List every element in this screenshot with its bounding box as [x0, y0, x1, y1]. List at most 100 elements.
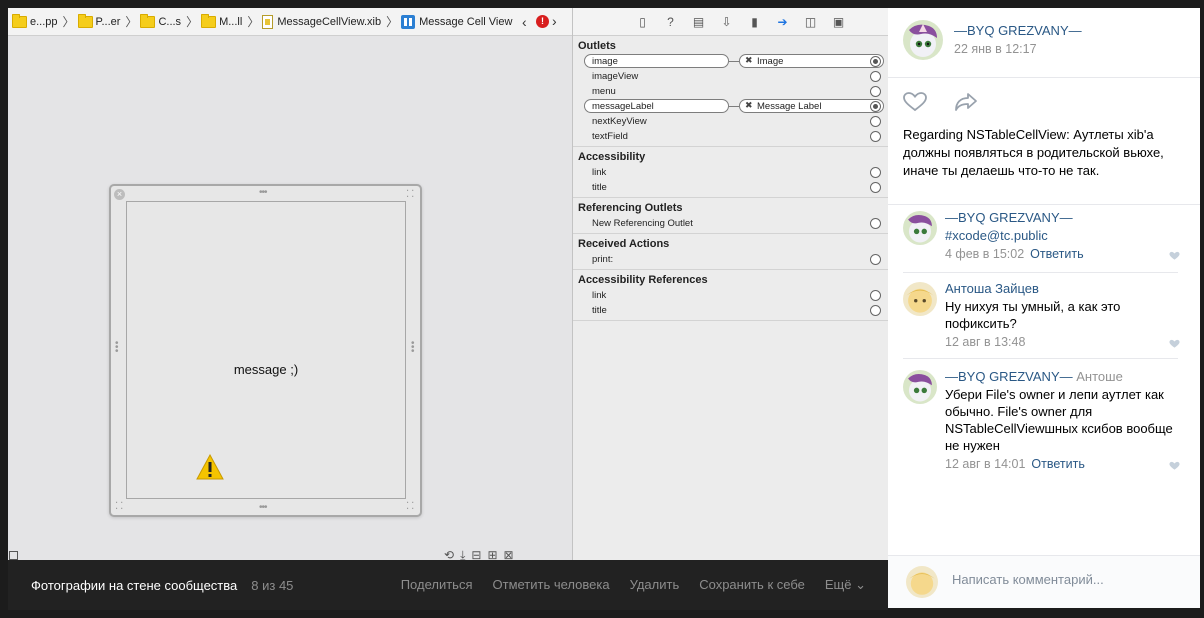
view-effects-inspector-icon[interactable]: ▣	[831, 14, 847, 30]
connection-row[interactable]: title	[573, 180, 888, 195]
comment-date[interactable]: 12 авг в 14:01	[945, 457, 1025, 471]
comment-author[interactable]: —BYQ GREZVANY—	[945, 210, 1073, 225]
share-icon[interactable]	[954, 92, 978, 112]
avatar[interactable]	[903, 282, 937, 316]
comment-date[interactable]: 4 фев в 15:02	[945, 247, 1024, 261]
identity-inspector-icon[interactable]: ▤	[691, 14, 707, 30]
breadcrumb-item[interactable]: P...er	[77, 13, 120, 28]
connection-name: link	[592, 167, 607, 178]
outlet-row[interactable]: textField	[573, 129, 888, 144]
outlet-target-pill[interactable]: ✖ Image	[739, 54, 884, 68]
comment-date[interactable]: 12 авг в 13:48	[945, 335, 1025, 349]
outlet-name-pill[interactable]: image	[584, 54, 729, 68]
connection-circle[interactable]	[870, 56, 881, 67]
connection-circle[interactable]	[870, 167, 881, 178]
comment-author[interactable]: Антоша Зайцев	[945, 281, 1039, 296]
connection-row[interactable]: title	[573, 303, 888, 318]
error-badge[interactable]: !	[536, 15, 549, 28]
resize-handle-icon[interactable]: •••	[259, 188, 267, 198]
canvas-control[interactable]	[9, 551, 18, 560]
heart-icon[interactable]	[1169, 251, 1180, 261]
cell-content-area[interactable]: message ;)	[126, 201, 406, 499]
save-to-self-button[interactable]: Сохранить к себе	[699, 577, 805, 593]
breadcrumb-item[interactable]: e...pp	[12, 13, 58, 28]
forward-icon[interactable]: ›	[552, 13, 557, 29]
heart-icon[interactable]	[903, 92, 927, 112]
outlet-row[interactable]: menu	[573, 84, 888, 99]
resize-handle-icon[interactable]: •••	[411, 339, 417, 357]
comment-text[interactable]: #xcode@tc.public	[945, 227, 1185, 244]
outlet-row[interactable]: imageView	[573, 69, 888, 84]
close-icon[interactable]: ×	[114, 189, 125, 200]
comment-author-name: Антоша Зайцев	[945, 281, 1039, 296]
heart-icon[interactable]	[1169, 339, 1180, 349]
connection-row[interactable]: link	[573, 288, 888, 303]
chevron-right-icon: 〉	[125, 15, 138, 29]
back-icon[interactable]: ‹	[522, 14, 531, 30]
reply-button[interactable]: Ответить	[1031, 457, 1084, 471]
attributes-inspector-icon[interactable]: ⇩	[719, 14, 735, 30]
help-inspector-icon[interactable]: ?	[663, 14, 679, 30]
tag-person-button[interactable]: Отметить человека	[493, 577, 610, 593]
disconnect-icon[interactable]: ✖	[745, 55, 753, 66]
resize-handle-icon[interactable]: •••	[115, 339, 121, 357]
breadcrumb-item[interactable]: MessageCellView.xib	[262, 14, 381, 29]
message-label[interactable]: message ;)	[127, 362, 405, 377]
avatar[interactable]	[903, 370, 937, 404]
resize-handle-icon[interactable]: •••	[259, 503, 267, 513]
connection-circle[interactable]	[870, 290, 881, 301]
resolve-issues-icon[interactable]: ⊠	[504, 548, 520, 560]
more-button[interactable]: Ещё ⌄	[825, 577, 866, 593]
resize-handle-icon[interactable]: ⁚⁚	[406, 190, 416, 200]
connection-circle[interactable]	[870, 305, 881, 316]
comment-input[interactable]	[952, 572, 1182, 587]
outlet-target-pill[interactable]: ✖ Message Label	[739, 99, 884, 113]
file-inspector-icon[interactable]: ▯	[635, 14, 651, 30]
outlet-row[interactable]: nextKeyView	[573, 114, 888, 129]
connection-circle[interactable]	[870, 182, 881, 193]
reply-button[interactable]: Ответить	[1030, 247, 1083, 261]
avatar[interactable]	[903, 20, 943, 60]
share-button[interactable]: Поделиться	[401, 577, 473, 593]
delete-button[interactable]: Удалить	[630, 577, 680, 593]
avatar[interactable]	[903, 211, 937, 245]
align-icon[interactable]: ⊟	[471, 548, 487, 560]
post-author[interactable]: —BYQ GREZVANY—	[954, 23, 1082, 38]
stack-icon[interactable]: ⤓	[460, 548, 471, 560]
warning-icon[interactable]	[196, 454, 224, 480]
resize-handle-icon[interactable]: ⁚⁚	[406, 502, 416, 512]
connection-circle[interactable]	[870, 218, 881, 229]
connection-circle[interactable]	[870, 254, 881, 265]
update-frames-icon[interactable]: ⟲	[444, 548, 460, 560]
outlet-name-pill[interactable]: messageLabel	[584, 99, 729, 113]
reply-to-name[interactable]: Антоше	[1076, 369, 1123, 384]
size-inspector-icon[interactable]: ▮	[747, 14, 763, 30]
divider	[903, 272, 1178, 273]
post-date[interactable]: 22 янв в 12:17	[954, 42, 1037, 56]
connections-inspector-icon[interactable]: ➔	[775, 14, 791, 30]
connection-row[interactable]: link	[573, 165, 888, 180]
outlet-row[interactable]: image ✖ Image	[573, 54, 888, 69]
heart-icon[interactable]	[1169, 461, 1180, 471]
connection-circle[interactable]	[870, 86, 881, 97]
resize-handle-icon[interactable]: ⁚⁚	[115, 502, 125, 512]
connection-circle[interactable]	[870, 71, 881, 82]
connection-circle[interactable]	[870, 131, 881, 142]
connection-row[interactable]: New Referencing Outlet	[573, 216, 888, 231]
outlet-name: image	[592, 56, 618, 67]
pin-icon[interactable]: ⊞	[487, 548, 503, 560]
breadcrumb-item[interactable]: Message Cell View	[401, 14, 512, 29]
comment-author[interactable]: —BYQ GREZVANY— Антоше	[945, 369, 1123, 384]
connection-row[interactable]: print:	[573, 252, 888, 267]
breadcrumb-item[interactable]: C...s	[140, 13, 181, 28]
disconnect-icon[interactable]: ✖	[745, 100, 753, 111]
breadcrumb-item[interactable]: M...ll	[201, 13, 242, 28]
accessibility-section: Accessibility link title	[573, 147, 888, 198]
bindings-inspector-icon[interactable]: ◫	[803, 14, 819, 30]
interface-builder-canvas[interactable]: × ••• ⁚⁚ • • • • • • ••• ⁚⁚ ⁚⁚ message ;)	[8, 36, 572, 560]
album-title[interactable]: Фотографии на стене сообщества	[31, 578, 237, 593]
connection-circle[interactable]	[870, 116, 881, 127]
message-cell-view[interactable]: × ••• ⁚⁚ • • • • • • ••• ⁚⁚ ⁚⁚ message ;)	[109, 184, 422, 517]
connection-circle[interactable]	[870, 101, 881, 112]
outlet-row[interactable]: messageLabel ✖ Message Label	[573, 99, 888, 114]
